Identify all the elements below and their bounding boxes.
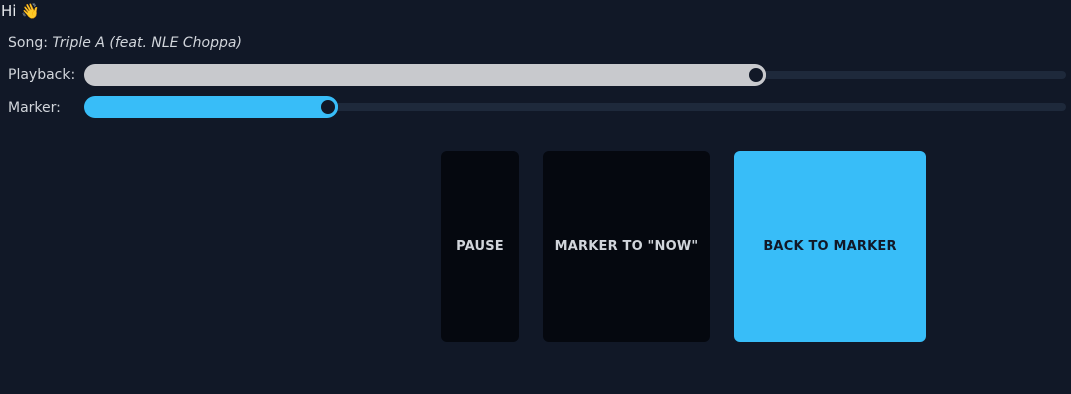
player-panel: Hi 👋 Song: Triple A (feat. NLE Choppa) P… — [0, 0, 1071, 394]
waving-hand-icon: 👋 — [21, 2, 40, 20]
back-to-marker-button[interactable]: BACK TO MARKER — [734, 151, 926, 342]
song-info: Song: Triple A (feat. NLE Choppa) — [8, 33, 242, 53]
playback-fill — [84, 64, 766, 86]
playback-label: Playback: — [8, 67, 76, 83]
playback-thumb[interactable] — [745, 65, 766, 85]
song-label: Song: — [8, 35, 48, 51]
greeting: Hi 👋 — [1, 1, 40, 21]
marker-fill — [84, 96, 338, 118]
song-title: Triple A (feat. NLE Choppa) — [52, 35, 242, 51]
greeting-text: Hi — [1, 2, 17, 20]
marker-label: Marker: — [8, 100, 61, 116]
pause-button[interactable]: PAUSE — [441, 151, 519, 342]
marker-to-now-button[interactable]: MARKER TO "NOW" — [543, 151, 710, 342]
marker-thumb[interactable] — [317, 97, 338, 117]
